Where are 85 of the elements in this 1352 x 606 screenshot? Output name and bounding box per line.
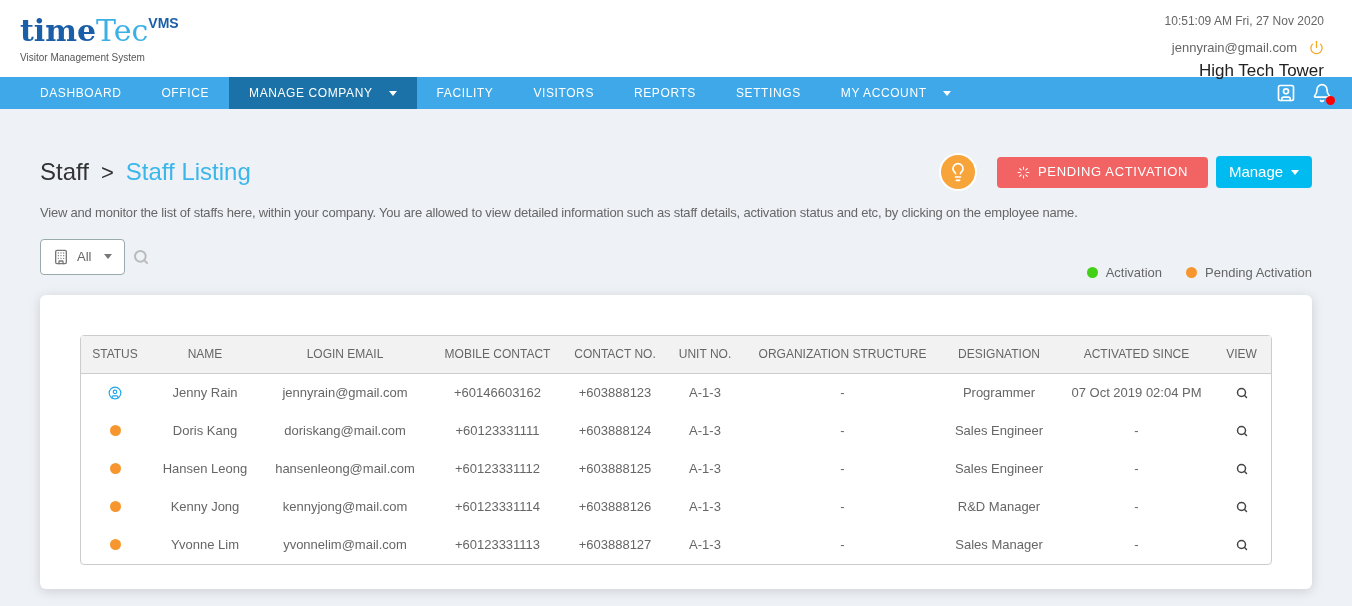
- table-cell-text: Sales Engineer: [953, 421, 1045, 440]
- breadcrumb-parent[interactable]: Staff: [40, 154, 89, 190]
- table-cell-text: R&D Manager: [956, 497, 1042, 516]
- table-cell-text: A-1-3: [688, 459, 722, 478]
- table-cell-text: yvonnelim@mail.com: [282, 535, 408, 554]
- notification-bell-icon[interactable]: [1312, 83, 1332, 103]
- logo-text: VMS: [148, 16, 179, 30]
- table-cell-text: +60123331113: [453, 535, 542, 554]
- nav-tab[interactable]: VISITORS: [513, 77, 614, 109]
- breadcrumb-separator: >: [100, 158, 114, 187]
- table-cell-text: Sales Manager: [954, 535, 1044, 554]
- table-cell-text: -: [839, 497, 846, 516]
- contact-card-icon[interactable]: [1276, 83, 1296, 103]
- table-cell-text: +603888127: [577, 535, 653, 554]
- table-cell-text: A-1-3: [688, 421, 722, 440]
- caret-icon: [104, 254, 112, 259]
- table-cell-text: Programmer: [961, 383, 1037, 402]
- table-cell-text: Jenny Rain: [171, 383, 239, 402]
- building-filter-dropdown[interactable]: All: [40, 238, 125, 275]
- column-header: VIEW: [1225, 346, 1258, 363]
- search-icon[interactable]: [1235, 386, 1248, 399]
- legend-label: Pending Activation: [1205, 264, 1312, 282]
- column-header: NAME: [186, 346, 224, 363]
- column-header: CONTACT NO.: [573, 346, 657, 363]
- table-cell-text: -: [839, 421, 846, 440]
- column-header: LOGIN EMAIL: [305, 346, 385, 363]
- column-header: UNIT NO.: [677, 346, 733, 363]
- spinner-icon: [1017, 165, 1031, 179]
- table-cell-text: -: [1133, 421, 1140, 440]
- table-cell-text: jennyrain@gmail.com: [281, 383, 409, 402]
- user-email: jennyrain@gmail.com: [1171, 39, 1297, 57]
- table-cell-text: -: [839, 459, 846, 478]
- nav-tab[interactable]: DASHBOARD: [20, 77, 142, 109]
- table-cell-text: +603888125: [577, 459, 653, 478]
- table-cell-text: hansenleong@mail.com: [274, 459, 416, 478]
- table-cell-text: doriskang@mail.com: [283, 421, 407, 440]
- table-cell-text: -: [1133, 535, 1140, 554]
- table-cell-text: Yvonne Lim: [170, 535, 240, 554]
- datetime: 10:51:09 AM Fri, 27 Nov 2020: [1164, 13, 1324, 30]
- table-cell-text: 07 Oct 2019 02:04 PM: [1070, 383, 1203, 402]
- column-header: STATUS: [91, 346, 139, 363]
- table-cell-text: -: [1133, 459, 1140, 478]
- table-cell-text: Kenny Jong: [169, 497, 241, 516]
- nav-tab[interactable]: MY ACCOUNT: [820, 77, 971, 109]
- table-cell-text: Doris Kang: [171, 421, 239, 440]
- table-cell-text: Hansen Leong: [161, 459, 249, 478]
- table-cell-text: Sales Engineer: [953, 459, 1045, 478]
- logo-wordmark: Tec: [96, 16, 149, 46]
- pending-activation-button[interactable]: PENDING ACTIVATION: [997, 156, 1208, 188]
- search-icon[interactable]: [1235, 500, 1248, 513]
- table-cell-text: A-1-3: [688, 497, 722, 516]
- table-cell-text: +60146603162: [452, 383, 543, 402]
- page-title: Staff Listing: [125, 157, 251, 187]
- nav-tab[interactable]: FACILITY: [416, 77, 514, 109]
- search-icon[interactable]: [1235, 424, 1248, 437]
- table-cell-text: +60123331114: [453, 497, 542, 516]
- column-header: DESIGNATION: [957, 346, 1041, 363]
- legend-label: Activation: [1105, 264, 1163, 282]
- table-cell-text: +603888123: [577, 383, 653, 402]
- table-cell-text: -: [1133, 497, 1140, 516]
- nav-tab[interactable]: SETTINGS: [716, 77, 821, 109]
- nav-tab[interactable]: REPORTS: [614, 77, 716, 109]
- table-cell-text: +603888126: [577, 497, 653, 516]
- column-header: ACTIVATED SINCE: [1082, 346, 1191, 363]
- table-cell-text: kennyjong@mail.com: [281, 497, 409, 516]
- column-header: ORGANIZATION STRUCTURE: [757, 346, 928, 363]
- table-cell-text: -: [839, 383, 846, 402]
- table-cell-text: A-1-3: [688, 383, 722, 402]
- manage-button[interactable]: Manage: [1216, 156, 1312, 188]
- nav-tab[interactable]: MANAGE COMPANY: [229, 77, 417, 109]
- column-header: MOBILE CONTACT: [443, 346, 552, 363]
- table-cell-text: A-1-3: [688, 535, 722, 554]
- table-cell-text: -: [839, 535, 846, 554]
- logo-tagline: Visitor Management System: [20, 51, 146, 65]
- logo-wordmark: time: [20, 16, 97, 46]
- caret-icon: [1291, 169, 1300, 175]
- site-name: High Tech Tower: [1198, 59, 1324, 82]
- table-cell-text: +60123331111: [454, 421, 541, 440]
- nav-tab[interactable]: OFFICE: [141, 77, 230, 109]
- page-description: View and monitor the list of staffs here, within your company. You are allowed to view detailed information such as staff details, activation status and etc, by clicking on the employee name.: [40, 204, 1079, 222]
- search-icon[interactable]: [1235, 462, 1248, 475]
- table-cell-text: +60123331112: [453, 459, 542, 478]
- table-cell-text: +603888124: [577, 421, 653, 440]
- search-icon[interactable]: [1235, 538, 1248, 551]
- building-icon: [53, 248, 69, 265]
